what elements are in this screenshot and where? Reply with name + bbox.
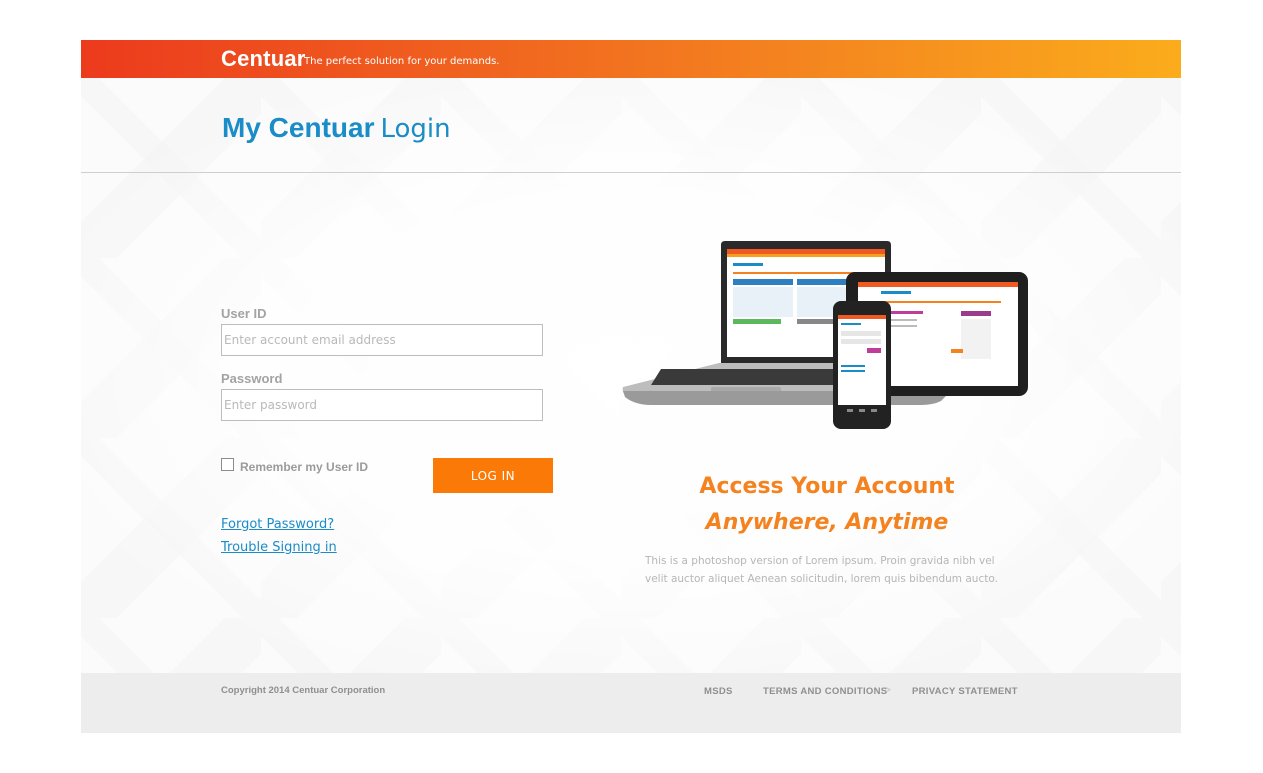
remember-label[interactable]: Remember my User ID (240, 460, 368, 474)
password-input[interactable] (221, 389, 543, 421)
brand-tagline: The perfect solution for your demands. (304, 56, 500, 67)
footer-link-msds[interactable]: MSDS (704, 686, 733, 697)
forgot-password-link[interactable]: Forgot Password? (221, 517, 334, 532)
user-id-input[interactable] (221, 324, 543, 356)
page-title-light: Login (380, 114, 451, 144)
footer-separator: > (885, 685, 891, 696)
promo-subtitle: Anywhere, Anytime (705, 510, 949, 535)
devices-illustration (622, 241, 1028, 429)
phone (833, 301, 891, 429)
login-page: Centuar The perfect solution for your de… (81, 40, 1181, 733)
footer-link-privacy[interactable]: PRIVACY STATEMENT (912, 686, 1018, 697)
promo-description: This is a photoshop version of Lorem ips… (645, 555, 998, 585)
footer-link-terms[interactable]: TERMS AND CONDITIONS (763, 686, 887, 697)
title-divider (81, 172, 1181, 173)
page-title: My Centuar Login (222, 112, 451, 144)
page-title-strong: My Centuar (222, 112, 375, 143)
footer-copyright: Copyright 2014 Centuar Corporation (221, 685, 386, 696)
user-id-label: User ID (221, 306, 267, 321)
header-bar: Centuar The perfect solution for your de… (81, 40, 1181, 78)
login-button[interactable]: LOG IN (433, 458, 553, 493)
footer: Copyright 2014 Centuar Corporation MSDS … (81, 673, 1181, 733)
promo-title: Access Your Account (699, 474, 955, 499)
brand-logo[interactable]: Centuar (221, 46, 306, 72)
trouble-signing-in-link[interactable]: Trouble Signing in (221, 540, 337, 555)
remember-checkbox[interactable] (221, 458, 234, 471)
password-label: Password (221, 371, 283, 386)
